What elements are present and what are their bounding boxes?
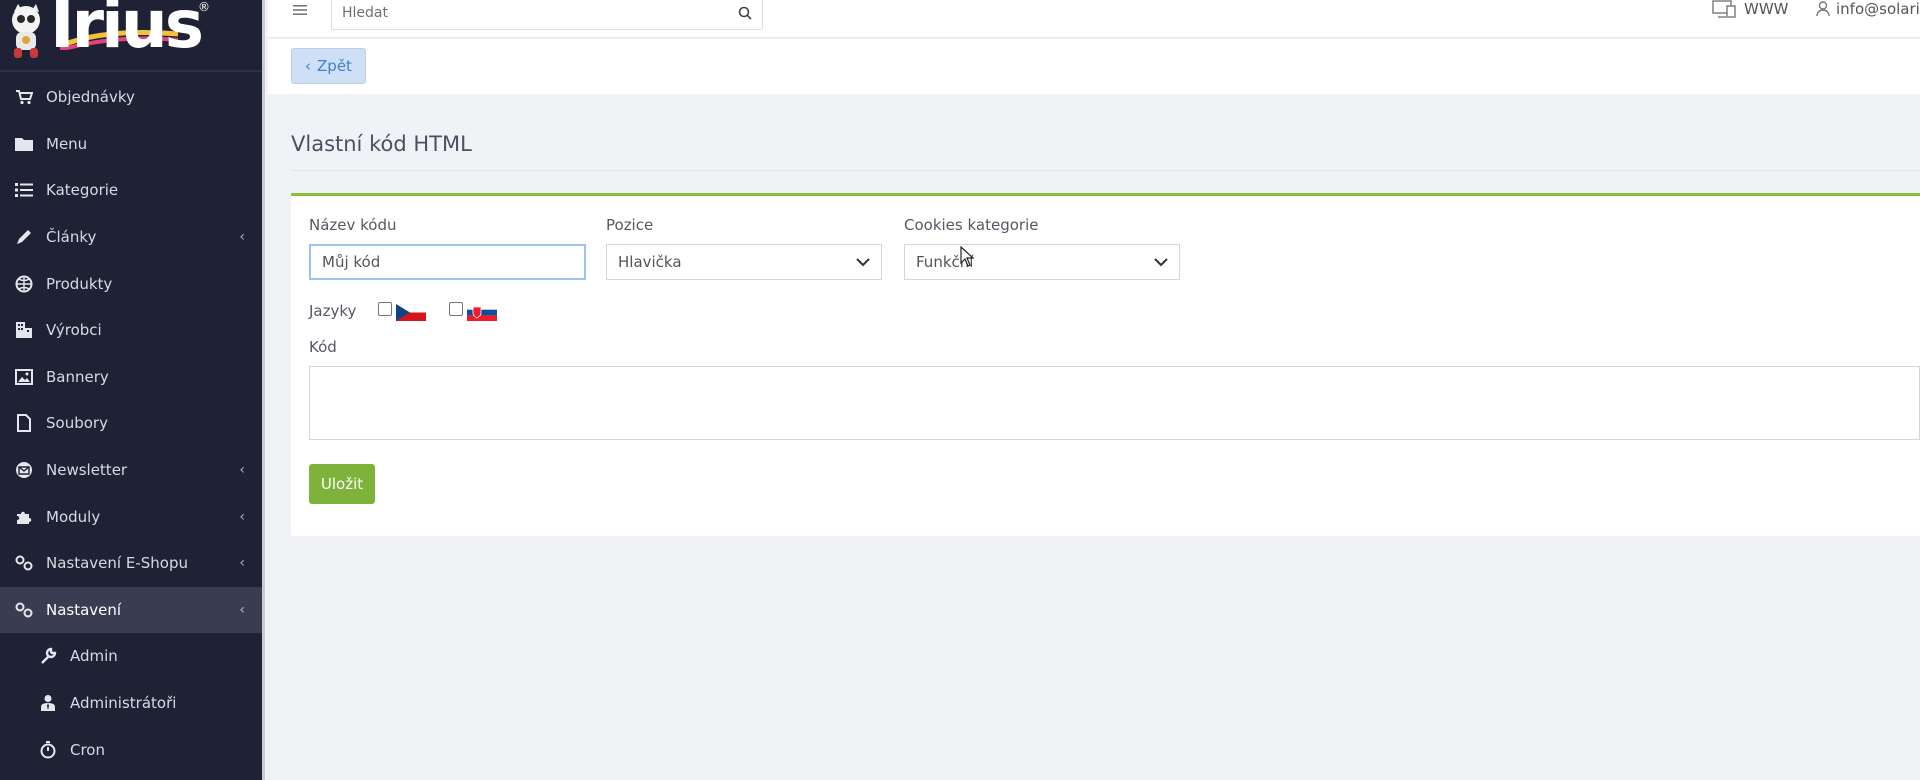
code-textarea[interactable] — [309, 366, 1920, 440]
back-button[interactable]: ‹ Zpět — [291, 48, 366, 84]
gears-icon — [14, 553, 34, 573]
chevron-left-icon: ‹ — [239, 555, 245, 572]
stopwatch-icon — [38, 740, 58, 760]
sidebar-item-label: Produkty — [46, 274, 113, 293]
sidebar-item-label: Admin — [70, 647, 118, 666]
cookies-select[interactable]: Funkční — [904, 244, 1180, 280]
mail-circle-icon — [14, 460, 34, 480]
cookies-label: Cookies kategorie — [904, 216, 1039, 234]
page-title: Vlastní kód HTML — [291, 132, 472, 156]
user-email: info@solari — [1836, 0, 1920, 18]
registered-mark: ® — [198, 0, 210, 14]
sidebar-item-bannery[interactable]: Bannery — [0, 354, 262, 401]
ball-icon — [14, 274, 34, 294]
sidebar-item-clanky[interactable]: Články ‹ — [0, 214, 262, 261]
search-box — [331, 0, 763, 30]
user-menu[interactable]: info@solari — [1816, 0, 1920, 18]
name-input[interactable]: Můj kód — [309, 244, 586, 280]
sidebar-subitem-administratori[interactable]: Administrátoři — [0, 680, 262, 727]
logo-text: Irius — [50, 0, 204, 63]
sidebar-item-objednavky[interactable]: Objednávky — [0, 74, 262, 121]
monitor-icon — [1712, 0, 1736, 18]
sidebar-subitem-admin[interactable]: Admin — [0, 633, 262, 680]
hamburger-menu-icon[interactable] — [292, 2, 308, 18]
sidebar-item-label: Menu — [46, 134, 88, 153]
mouse-cursor-icon — [960, 246, 974, 267]
sidebar-item-label: Soubory — [46, 414, 108, 433]
chevron-left-icon: ‹ — [239, 508, 245, 525]
sidebar-item-label: Moduly — [46, 507, 101, 526]
sidebar-item-label: Výrobci — [46, 321, 102, 340]
save-button[interactable]: Uložit — [309, 464, 375, 504]
wrench-icon — [38, 646, 58, 666]
position-value: Hlavička — [618, 253, 682, 271]
sidebar-item-soubory[interactable]: Soubory — [0, 400, 262, 447]
list-icon — [14, 180, 34, 200]
back-button-label: Zpět — [317, 57, 352, 75]
chevron-left-icon: ‹ — [239, 601, 245, 618]
sidebar-item-label: Objednávky — [46, 88, 135, 107]
chevron-down-icon — [1154, 258, 1168, 267]
cart-icon — [14, 87, 34, 107]
sidebar: Irius ® Objednávky Menu Kategorie Články… — [0, 0, 265, 780]
language-cz-checkbox[interactable] — [378, 302, 392, 316]
sidebar-item-label: Nastavení — [46, 600, 122, 619]
logo[interactable]: Irius ® — [0, 0, 262, 66]
chevron-left-icon: ‹ — [305, 57, 312, 75]
folder-icon — [14, 134, 34, 154]
chevron-left-icon: ‹ — [239, 462, 245, 479]
sidebar-item-label: Bannery — [46, 367, 109, 386]
form-card: Název kódu Můj kód Pozice Hlavička Cooki… — [291, 193, 1920, 536]
gears-icon — [14, 600, 34, 620]
sidebar-subitem-cron[interactable]: Cron — [0, 726, 262, 773]
czech-flag-icon — [396, 304, 426, 321]
puzzle-icon — [14, 507, 34, 527]
sidebar-item-label: Administrátoři — [70, 694, 177, 713]
user-tie-icon — [38, 693, 58, 713]
user-icon — [1816, 1, 1830, 17]
position-select[interactable]: Hlavička — [606, 244, 882, 280]
chevron-down-icon — [856, 258, 870, 267]
mascot-logo-icon — [12, 4, 40, 58]
sidebar-item-newsletter[interactable]: Newsletter ‹ — [0, 447, 262, 494]
sidebar-item-produkty[interactable]: Produkty — [0, 260, 262, 307]
search-icon[interactable] — [738, 6, 752, 20]
name-label: Název kódu — [309, 216, 397, 234]
action-bar: ‹ Zpět — [268, 39, 1920, 94]
sidebar-nav: Objednávky Menu Kategorie Články ‹ Produ… — [0, 74, 262, 773]
slovak-flag-icon — [467, 304, 497, 321]
title-divider — [291, 170, 1920, 171]
sidebar-item-label: Nastavení E-Shopu — [46, 554, 188, 573]
sidebar-item-vyrobci[interactable]: Výrobci — [0, 307, 262, 354]
sidebar-item-moduly[interactable]: Moduly ‹ — [0, 493, 262, 540]
search-input[interactable] — [342, 0, 722, 27]
file-icon — [14, 413, 34, 433]
language-sk-checkbox[interactable] — [449, 302, 463, 316]
code-label: Kód — [309, 338, 337, 356]
topbar: WWW info@solari — [268, 0, 1920, 38]
position-label: Pozice — [606, 216, 654, 234]
name-value: Můj kód — [322, 253, 381, 271]
sidebar-item-menu[interactable]: Menu — [0, 121, 262, 168]
www-link[interactable]: WWW — [1712, 0, 1789, 18]
chevron-left-icon: ‹ — [239, 229, 245, 246]
languages-label: Jazyky — [309, 302, 357, 320]
sidebar-item-label: Cron — [70, 740, 105, 759]
sidebar-divider — [0, 70, 262, 72]
sidebar-item-nastaveni[interactable]: Nastavení ‹ — [0, 586, 262, 634]
www-label: WWW — [1744, 0, 1789, 18]
building-icon — [14, 320, 34, 340]
image-icon — [14, 367, 34, 387]
sidebar-item-label: Články — [46, 228, 97, 247]
pencil-icon — [14, 227, 34, 247]
sidebar-item-nastaveni-eshopu[interactable]: Nastavení E-Shopu ‹ — [0, 540, 262, 587]
sidebar-item-label: Kategorie — [46, 181, 119, 200]
sidebar-item-kategorie[interactable]: Kategorie — [0, 167, 262, 214]
sidebar-item-label: Newsletter — [46, 461, 128, 480]
